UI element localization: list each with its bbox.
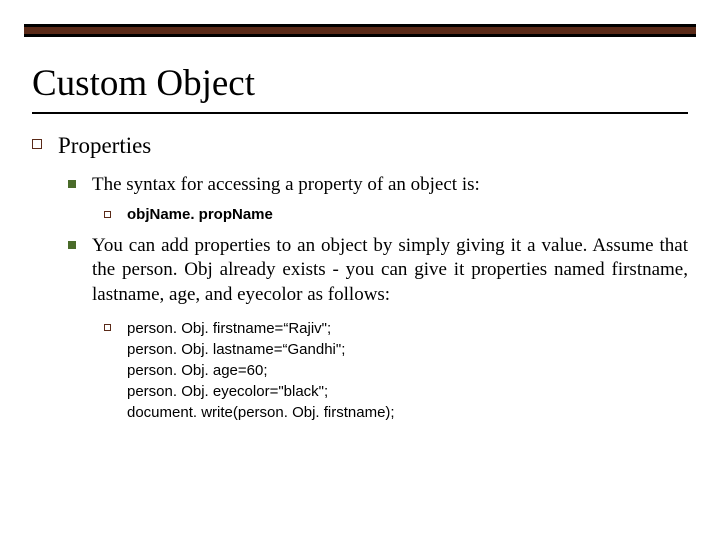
level3-code-block: person. Obj. firstname=“Rajiv"; person. … <box>127 318 395 423</box>
level2-item2-text: You can add properties to an object by s… <box>92 234 688 308</box>
square-tiny-open-bullet-icon <box>104 211 111 218</box>
square-green-bullet-icon <box>68 180 76 188</box>
bullet-level2-item1: The syntax for accessing a property of a… <box>68 173 688 198</box>
square-open-bullet-icon <box>32 139 42 149</box>
square-tiny-open-bullet-icon <box>104 324 111 331</box>
level3-item1-text: objName. propName <box>127 205 273 225</box>
level1-label: Properties <box>58 132 151 161</box>
bullet-level2-item2: You can add properties to an object by s… <box>68 234 688 308</box>
bullet-level3-item2: person. Obj. firstname=“Rajiv"; person. … <box>104 318 688 423</box>
slide-title: Custom Object <box>32 62 255 105</box>
square-green-bullet-icon <box>68 241 76 249</box>
bullet-level1: Properties <box>32 132 688 161</box>
slide-content: Properties The syntax for accessing a pr… <box>32 132 688 431</box>
slide-top-bar <box>24 24 696 37</box>
level2-item1-text: The syntax for accessing a property of a… <box>92 173 480 198</box>
bullet-level3-item1: objName. propName <box>104 205 688 225</box>
title-underline <box>32 112 688 114</box>
